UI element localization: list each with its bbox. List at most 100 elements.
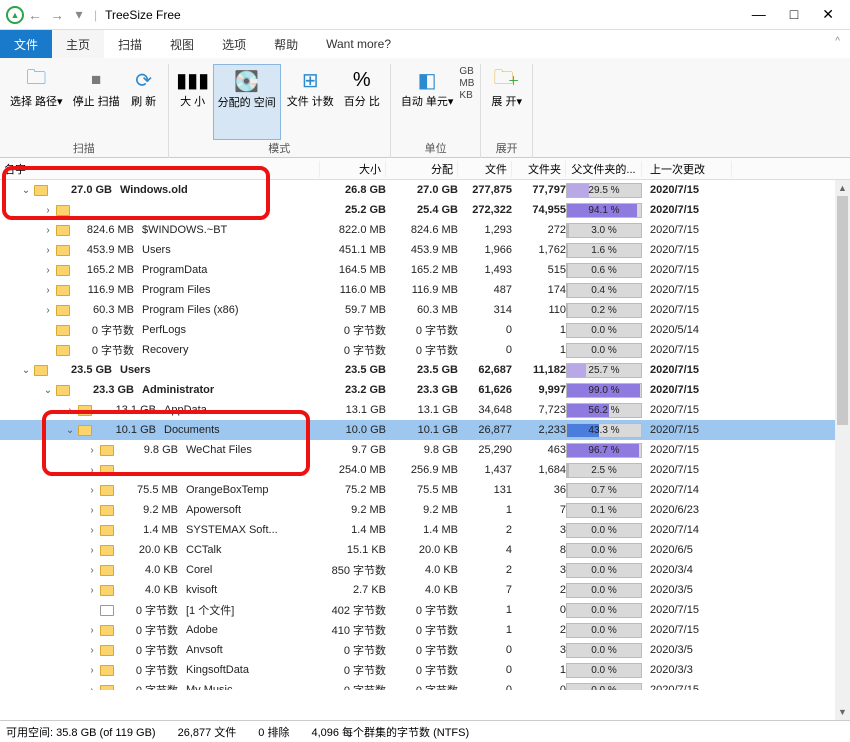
tree-row[interactable]: ›4.0 KBCorel850 字节数4.0 KB230.0 %2020/3/4 [0,560,850,580]
tab-more[interactable]: Want more? [312,30,405,58]
cell-alloc: 0 字节数 [386,642,458,658]
tree-row[interactable]: ⌄23.3 GBAdministrator23.2 GB23.3 GB61,62… [0,380,850,400]
tree-row[interactable]: ›453.9 MBUsers451.1 MB453.9 MB1,9661,762… [0,240,850,260]
cell-alloc: 0 字节数 [386,322,458,338]
chevron-icon[interactable]: › [86,685,98,691]
cell-date: 2020/7/14 [642,484,732,496]
row-size-label: 23.3 GB [72,384,134,396]
tree-row[interactable]: ›60.3 MBProgram Files (x86)59.7 MB60.3 M… [0,300,850,320]
cell-files: 26,877 [458,424,512,436]
tree-row[interactable]: ›9.8 GBWeChat Files9.7 GB9.8 GB25,290463… [0,440,850,460]
cell-size: 75.2 MB [320,484,386,496]
tree-row[interactable]: ›4.0 KBkvisoft2.7 KB4.0 KB720.0 %2020/3/… [0,580,850,600]
folder-icon [100,485,114,496]
tab-help[interactable]: 帮助 [260,30,312,58]
tree-row[interactable]: ›0 字节数Anvsoft0 字节数0 字节数030.0 %2020/3/5 [0,640,850,660]
col-alloc[interactable]: 分配 [386,161,458,177]
tree-row[interactable]: ⌄23.5 GBUsers23.5 GB23.5 GB62,68711,1822… [0,360,850,380]
mode-size-button[interactable]: ▮▮▮大 小 [175,64,211,140]
tree-row[interactable]: ›25.2 GB25.4 GB272,32274,95594.1 %2020/7… [0,200,850,220]
chevron-icon[interactable]: › [64,405,76,416]
chevron-icon[interactable]: ⌄ [42,385,54,396]
tree-row[interactable]: 0 字节数Recovery0 字节数0 字节数010.0 %2020/7/15 [0,340,850,360]
tree-row[interactable]: ›116.9 MBProgram Files116.0 MB116.9 MB48… [0,280,850,300]
refresh-button[interactable]: ⟳刷 新 [126,64,162,140]
tab-file[interactable]: 文件 [0,30,52,58]
back-button[interactable]: ← [24,7,46,23]
chevron-icon[interactable]: › [86,565,98,576]
col-name[interactable]: 名字 [0,161,320,177]
tree-row[interactable]: ›1.4 MBSYSTEMAX Soft...1.4 MB1.4 MB230.0… [0,520,850,540]
mode-count-button[interactable]: ⊞文件 计数 [283,64,338,140]
col-folders[interactable]: 文件夹 [512,161,566,177]
expand-button[interactable]: 🗀＋展 开▾ [487,64,526,140]
chevron-icon[interactable]: › [42,205,54,216]
auto-unit-button[interactable]: ◧自动 单元▾ [397,64,458,140]
cell-files: 1,437 [458,464,512,476]
chevron-icon[interactable]: › [86,585,98,596]
chevron-icon[interactable]: › [42,265,54,276]
vertical-scrollbar[interactable]: ▲ ▼ [835,180,850,720]
select-path-button[interactable]: 🗀选择 路径▾ [6,64,67,140]
chevron-icon[interactable]: › [86,465,98,476]
cell-folders: 463 [512,444,566,456]
tab-scan[interactable]: 扫描 [104,30,156,58]
mode-percent-button[interactable]: %百分 比 [340,64,384,140]
chevron-icon[interactable]: › [86,545,98,556]
chevron-icon[interactable]: › [86,485,98,496]
chevron-icon[interactable]: › [42,225,54,236]
chevron-icon[interactable]: › [42,305,54,316]
tree-row[interactable]: ›75.5 MBOrangeBoxTemp75.2 MB75.5 MB13136… [0,480,850,500]
tree-row[interactable]: ⌄10.1 GBDocuments10.0 GB10.1 GB26,8772,2… [0,420,850,440]
chevron-icon[interactable]: › [86,645,98,656]
tree-row[interactable]: ⌄27.0 GBWindows.old26.8 GB27.0 GB277,875… [0,180,850,200]
mode-allocated-button[interactable]: 💽分配的 空间 [213,64,281,140]
tree-row[interactable]: ›13.1 GBAppData13.1 GB13.1 GB34,6487,723… [0,400,850,420]
chevron-icon[interactable]: › [86,505,98,516]
maximize-button[interactable]: □ [790,6,798,23]
tree-row[interactable]: ›0 字节数Adobe410 字节数0 字节数120.0 %2020/7/15 [0,620,850,640]
tab-view[interactable]: 视图 [156,30,208,58]
chevron-icon[interactable]: › [86,525,98,536]
tree-row[interactable]: ›0 字节数KingsoftData0 字节数0 字节数010.0 %2020/… [0,660,850,680]
stop-scan-button[interactable]: ⏹停止 扫描 [69,64,124,140]
tree-row[interactable]: 0 字节数PerfLogs0 字节数0 字节数010.0 %2020/5/14 [0,320,850,340]
dropdown-button[interactable]: ▾ [68,6,90,23]
chevron-icon[interactable]: › [42,245,54,256]
scroll-down-icon[interactable]: ▼ [835,704,850,720]
tree-row[interactable]: ›165.2 MBProgramData164.5 MB165.2 MB1,49… [0,260,850,280]
scroll-up-icon[interactable]: ▲ [835,180,850,196]
col-size[interactable]: 大小 [320,161,386,177]
cell-files: 7 [458,584,512,596]
tree-row[interactable]: ›20.0 KBCCTalk15.1 KB20.0 KB480.0 %2020/… [0,540,850,560]
col-files[interactable]: 文件 [458,161,512,177]
tab-home[interactable]: 主页 [52,30,104,58]
tree-row[interactable]: 0 字节数[1 个文件]402 字节数0 字节数100.0 %2020/7/15 [0,600,850,620]
chevron-icon[interactable]: › [86,625,98,636]
percent-bar: 43.3 % [566,423,642,438]
tree-row[interactable]: ›9.2 MBApowersoft9.2 MB9.2 MB170.1 %2020… [0,500,850,520]
folder-icon [56,265,70,276]
tree-row[interactable]: ›824.6 MB$WINDOWS.~BT822.0 MB824.6 MB1,2… [0,220,850,240]
scroll-thumb[interactable] [837,196,848,425]
folder-icon [100,525,114,536]
chevron-icon[interactable]: › [86,665,98,676]
chevron-icon[interactable]: › [42,285,54,296]
cell-alloc: 0 字节数 [386,682,458,690]
col-percent[interactable]: 父文件夹的... [566,161,642,177]
chevron-icon[interactable]: ⌄ [20,365,32,376]
tree-row[interactable]: ›254.0 MB256.9 MB1,4371,6842.5 %2020/7/1… [0,460,850,480]
row-name: Administrator [136,384,320,396]
minimize-button[interactable]: — [752,6,766,23]
chevron-icon[interactable]: ⌄ [64,425,76,436]
collapse-ribbon-icon[interactable]: ^ [835,36,840,47]
tree-row[interactable]: ›0 字节数My Music0 字节数0 字节数000.0 %2020/7/15 [0,680,850,690]
chevron-icon[interactable]: ⌄ [20,185,32,196]
close-button[interactable]: ✕ [822,6,834,23]
row-name: $WINDOWS.~BT [136,224,320,236]
col-date[interactable]: 上一次更改 [642,161,732,177]
unit-list[interactable]: GBMBKB [459,66,474,140]
chevron-icon[interactable]: › [86,445,98,456]
forward-button[interactable]: → [46,7,68,23]
tab-options[interactable]: 选项 [208,30,260,58]
